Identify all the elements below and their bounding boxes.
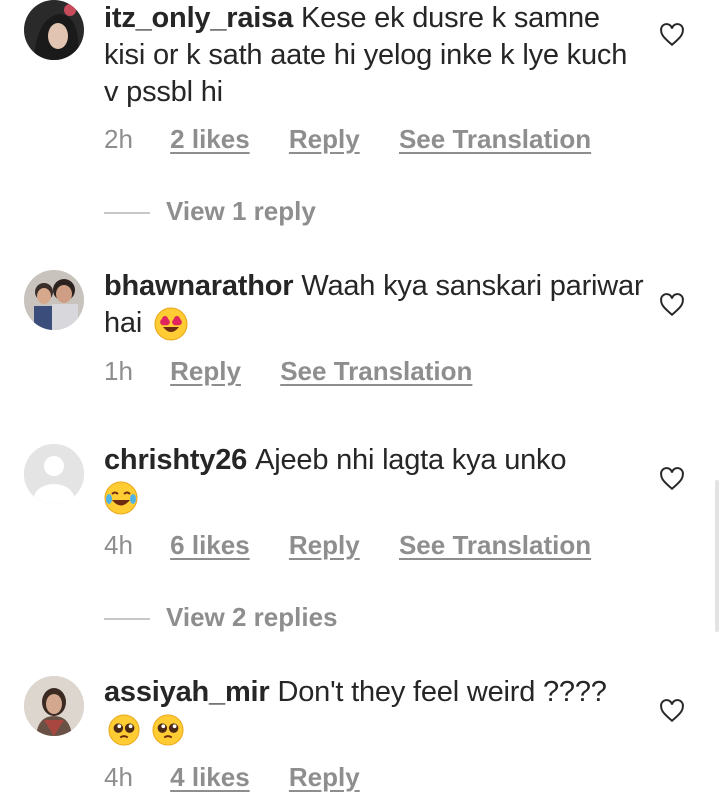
view-replies-label: View 1 reply — [166, 196, 316, 226]
divider-line — [104, 212, 150, 214]
avatar[interactable] — [24, 676, 84, 736]
heart-icon[interactable] — [659, 292, 685, 318]
heart-icon[interactable] — [659, 698, 685, 724]
comment-time: 1h — [104, 356, 133, 386]
view-replies-label: View 2 replies — [166, 602, 338, 632]
comment-time: 2h — [104, 124, 133, 154]
comment-username[interactable]: chrishty26 — [104, 444, 247, 476]
comment-username[interactable]: bhawnarathor — [104, 270, 294, 302]
reply-button[interactable]: Reply — [289, 762, 360, 792]
comment-time: 4h — [104, 530, 133, 560]
avatar[interactable] — [24, 444, 84, 504]
comment-time: 4h — [104, 762, 133, 792]
likes-link[interactable]: 4 likes — [170, 762, 250, 792]
comment-text-block: assiyah_mir Don't they feel weird ???? — [104, 674, 644, 748]
avatar[interactable] — [24, 270, 84, 330]
comment-username[interactable]: itz_only_raisa — [104, 2, 293, 34]
pleading-face-emoji-icon — [108, 714, 140, 746]
reply-button[interactable]: Reply — [170, 356, 241, 386]
avatar[interactable] — [24, 0, 84, 60]
see-translation-button[interactable]: See Translation — [399, 124, 591, 154]
comment-username[interactable]: assiyah_mir — [104, 676, 270, 708]
likes-link[interactable]: 2 likes — [170, 124, 250, 154]
see-translation-button[interactable]: See Translation — [280, 356, 472, 386]
comment-meta: 4h 4 likes Reply — [104, 762, 392, 793]
comment-meta: 4h 6 likes Reply See Translation — [104, 530, 623, 561]
likes-link[interactable]: 6 likes — [170, 530, 250, 560]
heart-eyes-emoji-icon — [154, 307, 188, 341]
divider-line — [104, 618, 150, 620]
comment-text-block: bhawnarathor Waah kya sanskari pariwar ha… — [104, 268, 644, 342]
comment-meta: 2h 2 likes Reply See Translation — [104, 124, 623, 155]
reply-button[interactable]: Reply — [289, 530, 360, 560]
heart-icon[interactable] — [659, 466, 685, 492]
pleading-face-emoji-icon — [152, 714, 184, 746]
comment-meta: 1h Reply See Translation — [104, 356, 504, 387]
scrollbar[interactable] — [715, 480, 719, 632]
tears-of-joy-emoji-icon — [104, 481, 138, 515]
reply-button[interactable]: Reply — [289, 124, 360, 154]
comment-text: Ajeeb nhi lagta kya unko — [255, 444, 567, 476]
comment-text-block: itz_only_raisa Kese ek dusre k samne kisi… — [104, 0, 644, 111]
heart-icon[interactable] — [659, 22, 685, 48]
comment-text: Don't they feel weird ???? — [277, 676, 607, 708]
see-translation-button[interactable]: See Translation — [399, 530, 591, 560]
comment-text-block: chrishty26 Ajeeb nhi lagta kya unko — [104, 442, 644, 516]
